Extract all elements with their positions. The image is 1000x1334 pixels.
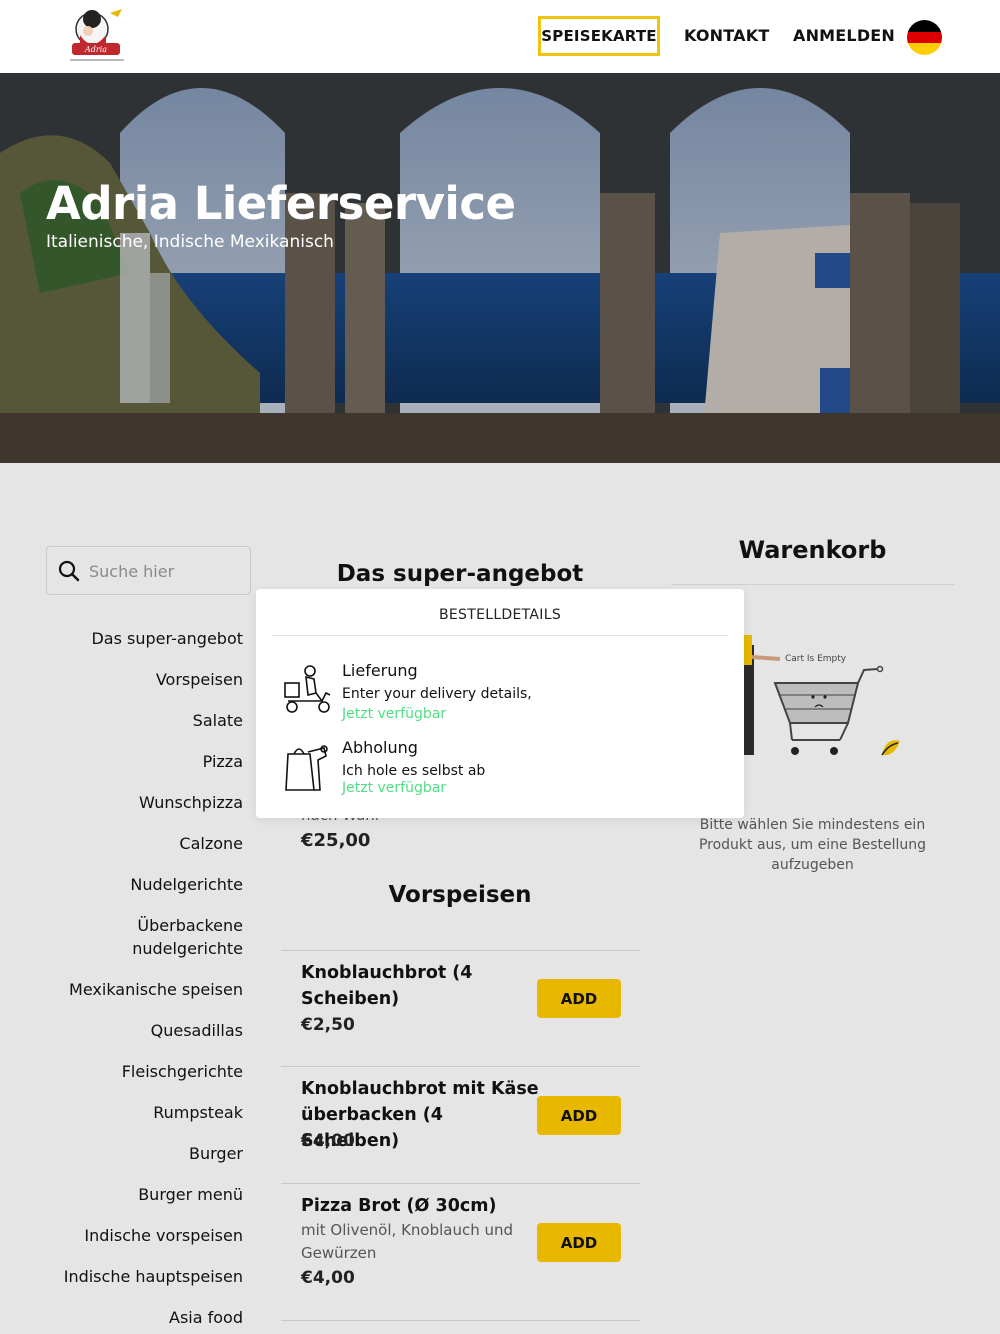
menu-item: Knoblauchbrot mit Käse überbacken (4 Sch… <box>281 1066 640 1183</box>
modal-title: BESTELLDETAILS <box>438 607 562 623</box>
flag-germany-icon[interactable] <box>907 20 942 55</box>
menu-item-price: €25,00 <box>301 830 371 851</box>
menu-item-price: €2,50 <box>301 1015 355 1035</box>
nav-anmelden[interactable]: ANMELDEN <box>793 26 895 45</box>
option-availability: Jetzt verfügbar <box>342 780 447 796</box>
category-item[interactable]: Burger menü <box>43 1183 243 1206</box>
option-title: Abholung <box>342 738 418 757</box>
option-abholung[interactable]: Abholung Ich hole es selbst ab Jetzt ver… <box>256 738 744 808</box>
option-description: Ich hole es selbst ab <box>342 763 486 779</box>
category-item[interactable]: Quesadillas <box>43 1019 243 1042</box>
cart-title: Warenkorb <box>738 536 887 564</box>
hero-banner: Adria Lieferservice Italienische, Indisc… <box>0 73 1000 463</box>
category-item[interactable]: Wunschpizza <box>43 791 243 814</box>
hero-subtitle: Italienische, Indische Mexikanisch <box>46 232 334 252</box>
cart-empty-label: Cart Is Empty <box>785 654 847 664</box>
add-button[interactable]: ADD <box>537 1223 621 1262</box>
order-details-modal: BESTELLDETAILS Lieferung Enter your deli… <box>256 589 744 818</box>
pickup-bag-icon <box>285 745 328 791</box>
menu-item-price: €4,00 <box>301 1131 355 1151</box>
cart-hint: Bitte wählen Sie mindestens ein Produkt … <box>698 817 927 873</box>
hero-title: Adria Lieferservice <box>46 177 516 230</box>
option-lieferung[interactable]: Lieferung Enter your delivery details, J… <box>256 661 744 731</box>
option-description: Enter your delivery details, <box>342 686 532 702</box>
category-item[interactable]: Indische hauptspeisen <box>43 1265 243 1288</box>
nav-kontakt[interactable]: KONTAKT <box>684 26 769 45</box>
menu-item: Pizza Brot (Ø 30cm) mit Olivenöl, Knobla… <box>281 1183 640 1320</box>
top-bar: Adria SPEISEKARTE KONTAKT ANMELDEN <box>0 0 1000 73</box>
category-item[interactable]: Calzone <box>43 832 243 855</box>
section-title-super-angebot: Das super-angebot <box>336 561 584 587</box>
add-button[interactable]: ADD <box>537 979 621 1018</box>
menu-item: Knoblauchbrot (4 Scheiben) €2,50 ADD <box>281 950 640 1066</box>
category-item[interactable]: Indische vorspeisen <box>43 1224 243 1247</box>
section-title-vorspeisen: Vorspeisen <box>388 882 532 908</box>
nav-speisekarte[interactable]: SPEISEKARTE <box>538 16 660 56</box>
add-button[interactable]: ADD <box>537 1096 621 1135</box>
menu-item <box>281 1320 640 1334</box>
category-item[interactable]: Nudelgerichte <box>43 873 243 896</box>
category-item[interactable]: Überbackene nudelgerichte <box>43 914 243 960</box>
option-title: Lieferung <box>342 661 418 680</box>
category-item[interactable]: Mexikanische speisen <box>43 978 243 1001</box>
category-item[interactable]: Asia food <box>43 1306 243 1329</box>
delivery-scooter-icon <box>284 665 331 713</box>
category-item[interactable]: Fleischgerichte <box>43 1060 243 1083</box>
category-item[interactable]: Vorspeisen <box>43 668 243 691</box>
menu-item-name: Pizza Brot (Ø 30cm) <box>301 1196 497 1216</box>
restaurant-logo[interactable]: Adria <box>66 5 128 65</box>
svg-text:Adria: Adria <box>84 45 107 54</box>
category-item[interactable]: Das super-angebot <box>43 627 243 650</box>
cart-divider <box>671 584 954 585</box>
category-item[interactable]: Rumpsteak <box>43 1101 243 1124</box>
empty-cart-illustration <box>740 615 910 765</box>
modal-divider <box>272 635 728 636</box>
menu-item-description: mit Olivenöl, Knoblauch und Gewürzen <box>301 1221 514 1262</box>
search-icon <box>58 560 80 582</box>
category-item[interactable]: Salate <box>43 709 243 732</box>
category-item[interactable]: Burger <box>43 1142 243 1165</box>
menu-item-price: €4,00 <box>301 1268 355 1288</box>
category-item[interactable]: Pizza <box>43 750 243 773</box>
search-input[interactable] <box>89 556 239 586</box>
search-box[interactable] <box>46 546 251 595</box>
hero-background-image <box>0 73 1000 463</box>
menu-item-name: Knoblauchbrot (4 Scheiben) <box>301 963 473 1009</box>
option-availability: Jetzt verfügbar <box>342 706 447 722</box>
category-list: Das super-angebot Vorspeisen Salate Pizz… <box>43 627 243 1334</box>
